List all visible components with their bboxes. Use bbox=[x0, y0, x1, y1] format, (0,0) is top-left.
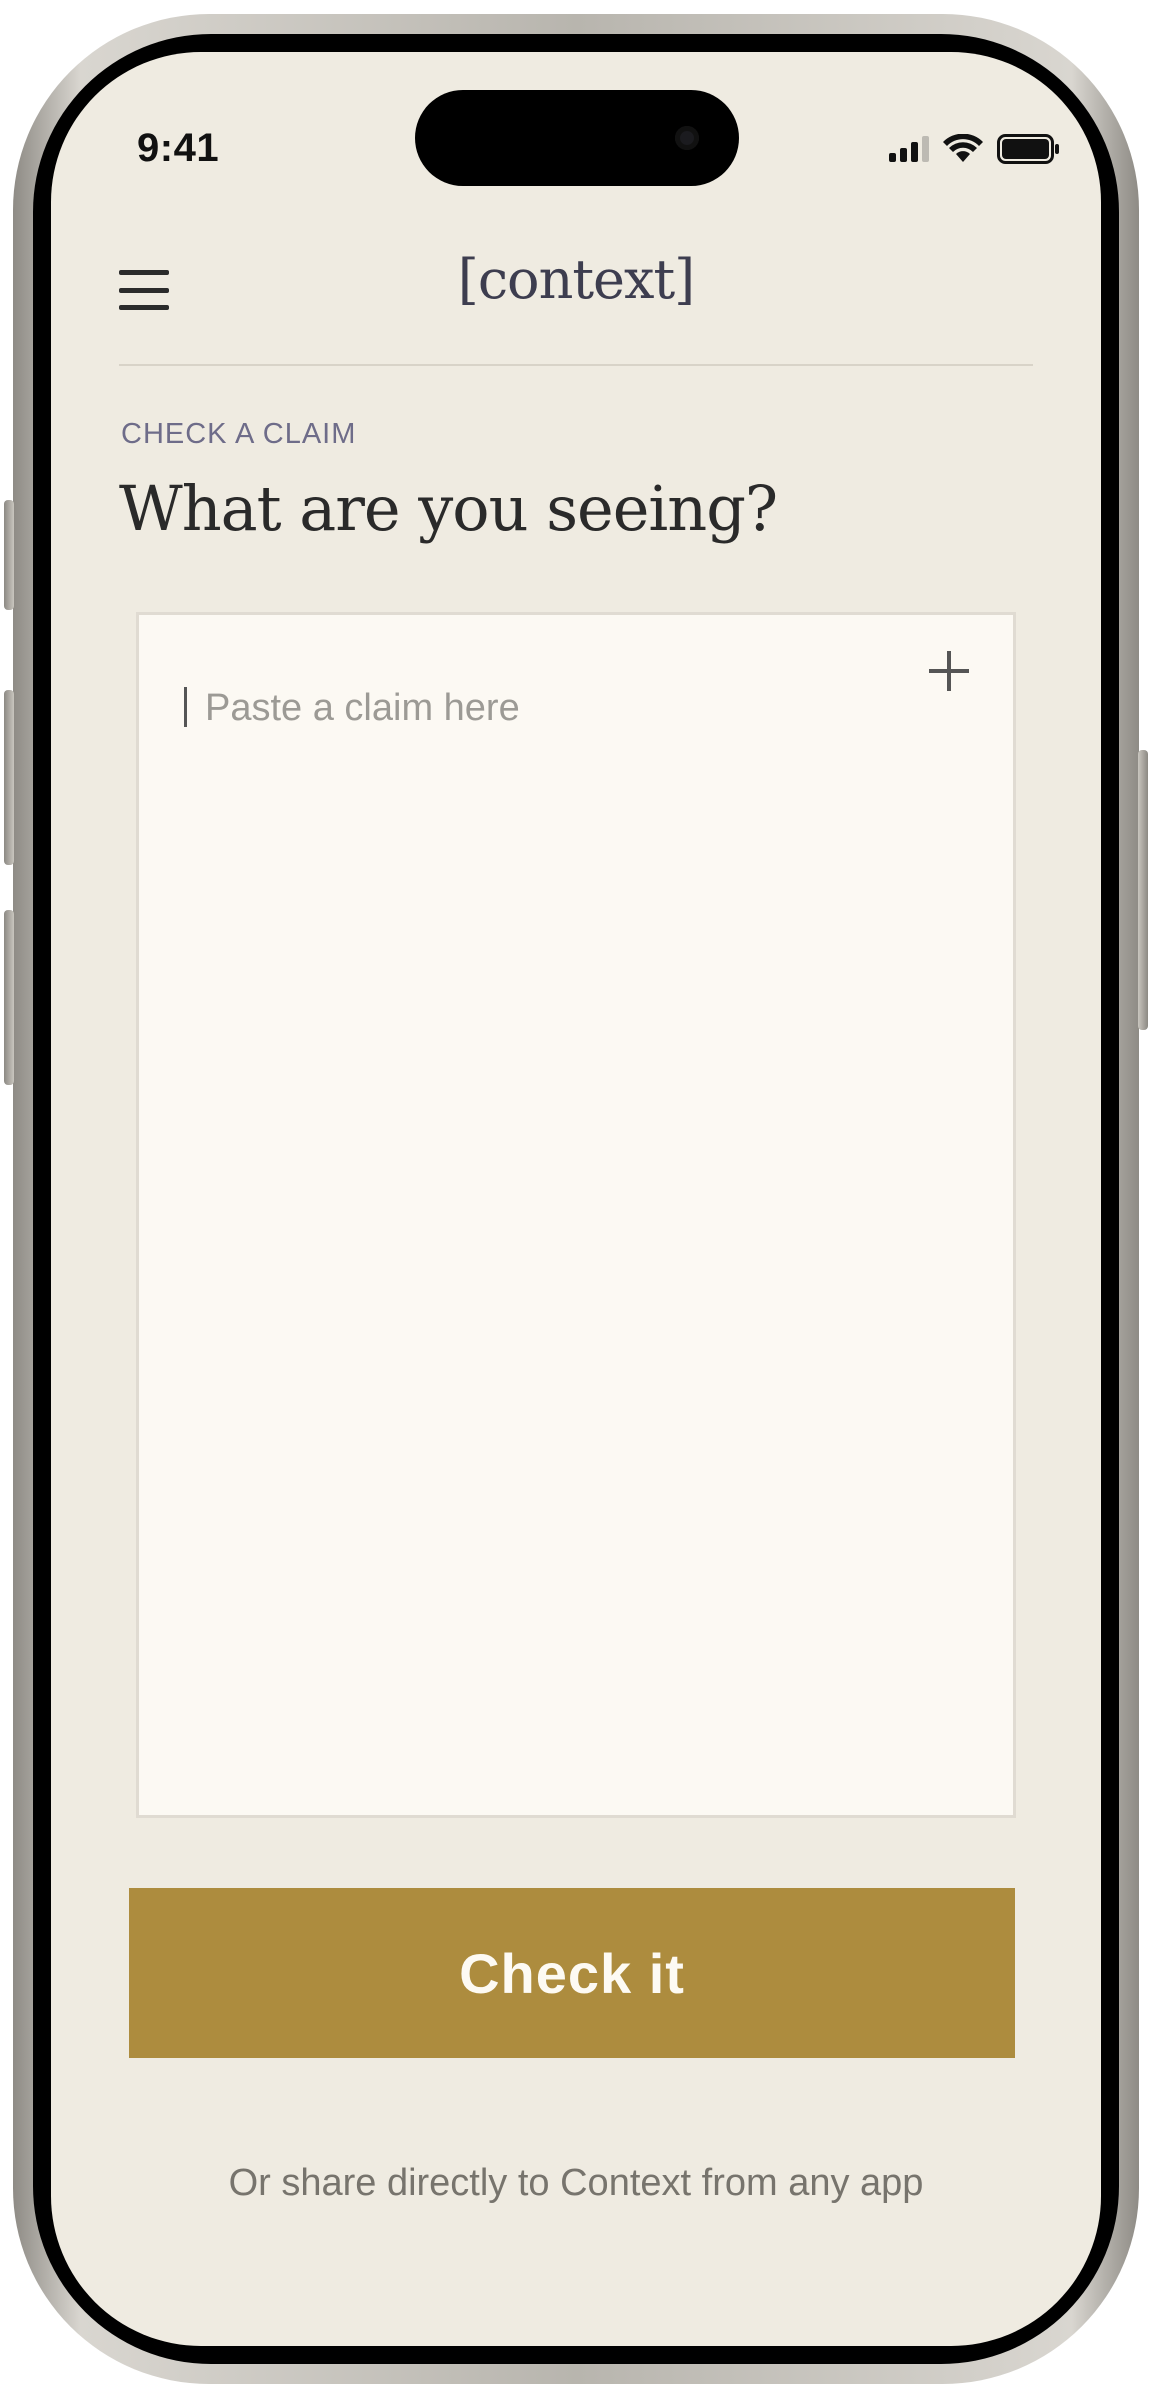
status-icons bbox=[889, 134, 1061, 164]
section-label: CHECK A CLAIM bbox=[121, 418, 357, 450]
wifi-icon bbox=[943, 134, 983, 162]
header-divider bbox=[119, 364, 1033, 366]
status-time: 9:41 bbox=[137, 126, 220, 170]
check-it-button[interactable]: Check it bbox=[129, 1888, 1015, 2058]
volume-up-button bbox=[4, 690, 14, 865]
screen: 9:41 [context] CHECK A CLAIM What are yo… bbox=[51, 52, 1101, 2346]
dynamic-island bbox=[415, 90, 739, 186]
action-button bbox=[4, 500, 14, 610]
battery-icon bbox=[997, 134, 1059, 164]
claim-input-box: Paste a claim here bbox=[136, 612, 1016, 1818]
cellular-signal-icon bbox=[889, 136, 929, 162]
page-title: What are you seeing? bbox=[119, 472, 778, 545]
power-button bbox=[1138, 750, 1148, 1030]
volume-down-button bbox=[4, 910, 14, 1085]
front-camera bbox=[675, 126, 699, 150]
share-hint: Or share directly to Context from any ap… bbox=[228, 2162, 924, 2204]
brand-logo: [context] bbox=[457, 248, 695, 311]
claim-input[interactable] bbox=[179, 685, 939, 1765]
